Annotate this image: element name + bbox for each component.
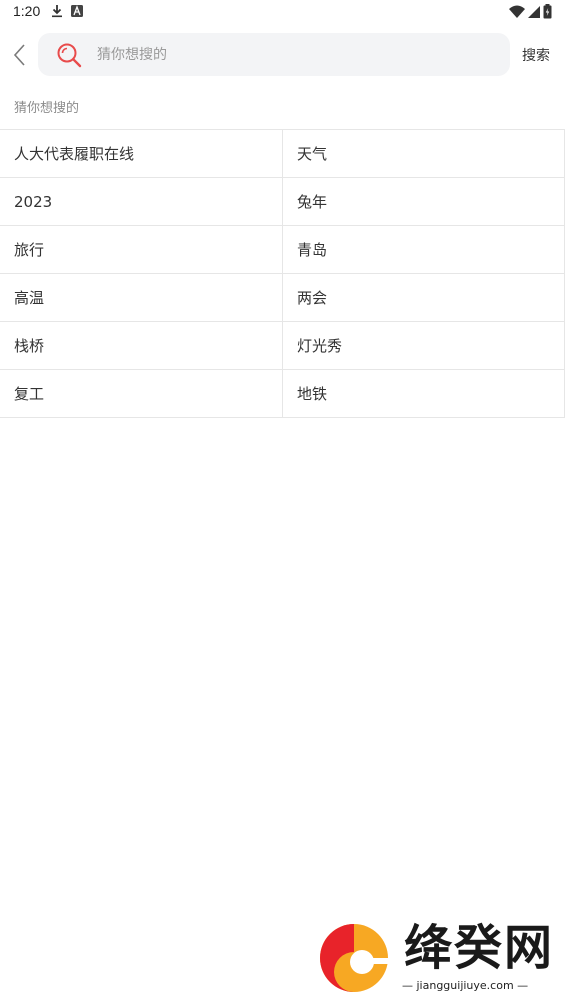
search-icon (57, 43, 82, 68)
battery-icon (543, 4, 552, 19)
chevron-left-icon (13, 44, 25, 66)
suggestion-row: 旅行 青岛 (0, 226, 565, 274)
suggestion-grid: 人大代表履职在线 天气 2023 兔年 旅行 青岛 高温 两会 栈桥 灯光秀 复… (0, 129, 565, 418)
suggestion-item[interactable]: 栈桥 (0, 322, 282, 369)
suggestion-item[interactable]: 地铁 (282, 370, 565, 417)
suggestion-item[interactable]: 高温 (0, 274, 282, 321)
signal-icon (528, 5, 540, 18)
suggestion-item[interactable]: 兔年 (282, 178, 565, 225)
status-bar: 1:20 (0, 0, 565, 24)
search-box[interactable] (38, 33, 510, 76)
status-time: 1:20 (13, 3, 41, 19)
suggestion-item[interactable]: 两会 (282, 274, 565, 321)
suggestion-row: 2023 兔年 (0, 178, 565, 226)
suggestion-item[interactable]: 天气 (282, 130, 565, 177)
suggestion-item[interactable]: 2023 (0, 178, 282, 225)
watermark-logo: 绛癸网 — jiangguijiuye.com — (318, 918, 558, 998)
suggestion-item[interactable]: 人大代表履职在线 (0, 130, 282, 177)
search-button[interactable]: 搜索 (522, 45, 550, 65)
suggestion-row: 人大代表履职在线 天气 (0, 130, 565, 178)
download-icon (52, 5, 62, 18)
watermark-name: 绛癸网 (404, 920, 555, 976)
suggestion-row: 复工 地铁 (0, 370, 565, 418)
a-notification-icon (71, 5, 83, 17)
suggestion-item[interactable]: 青岛 (282, 226, 565, 273)
status-right-icons (509, 4, 552, 19)
suggestion-item[interactable]: 旅行 (0, 226, 282, 273)
suggestion-row: 栈桥 灯光秀 (0, 322, 565, 370)
watermark-url: — jiangguijiuye.com — (402, 979, 529, 992)
suggestion-item[interactable]: 灯光秀 (282, 322, 565, 369)
section-title: 猜你想搜的 (14, 101, 80, 116)
suggestion-item[interactable]: 复工 (0, 370, 282, 417)
suggestion-row: 高温 两会 (0, 274, 565, 322)
back-button[interactable] (8, 40, 30, 70)
search-input[interactable] (95, 41, 499, 69)
logo-icon (320, 924, 392, 992)
wifi-icon (509, 5, 525, 18)
